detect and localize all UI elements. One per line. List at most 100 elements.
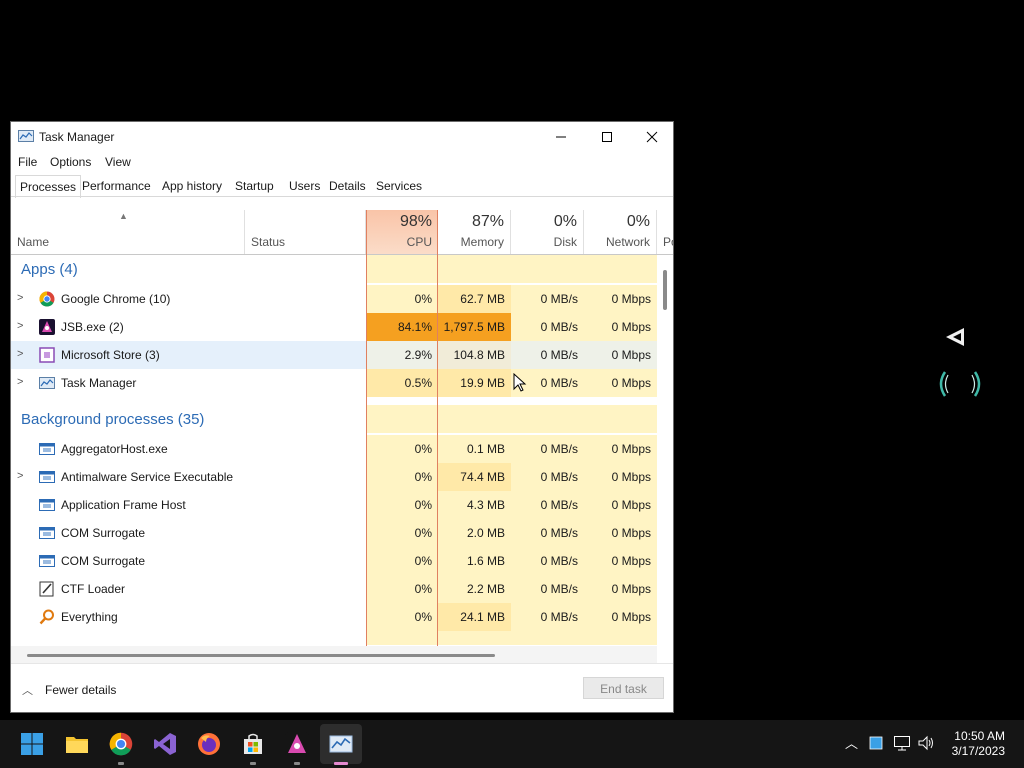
column-header: ▲ Name Status 98% CPU 87% Memory 0% Disk…: [11, 210, 673, 255]
microsoft-store-icon[interactable]: [241, 732, 265, 756]
menu-options[interactable]: Options: [50, 155, 91, 169]
expand-chevron-icon[interactable]: >: [17, 348, 23, 360]
table-row[interactable]: > Microsoft Store (3) 2.9% 104.8 MB 0 MB…: [11, 341, 657, 369]
cell-mem: 1.6 MB: [438, 547, 511, 575]
col-network[interactable]: 0% Network: [584, 210, 657, 254]
table-row[interactable]: AggregatorHost.exe 0% 0.1 MB 0 MB/s 0 Mb…: [11, 435, 657, 463]
close-button[interactable]: [629, 122, 673, 152]
jsb-icon: [39, 319, 55, 335]
tab-app-history[interactable]: App history: [158, 175, 226, 197]
jsb-taskbar-icon[interactable]: [285, 732, 309, 756]
cell-cpu: [366, 631, 438, 645]
cell-mem: 1,797.5 MB: [438, 313, 511, 341]
cell-mem: [438, 631, 511, 645]
col-name[interactable]: ▲ Name: [11, 210, 245, 254]
group-apps[interactable]: Apps (4): [11, 255, 657, 283]
cell-mem: 2.0 MB: [438, 519, 511, 547]
desktop-overlay-widget-icon: [939, 328, 981, 397]
cell-disk: 0 MB/s: [511, 341, 584, 369]
firefox-icon[interactable]: [197, 732, 221, 756]
horizontal-scrollbar[interactable]: [27, 654, 495, 657]
chrome-taskbar-icon[interactable]: [109, 732, 133, 756]
running-indicator: [118, 762, 124, 765]
footer: ︿ Fewer details End task: [11, 663, 673, 712]
chevron-up-icon[interactable]: ︿: [22, 682, 33, 698]
network-label: Network: [605, 235, 650, 249]
chevron-up-tray-icon[interactable]: ︿: [845, 733, 858, 752]
expand-chevron-icon[interactable]: >: [17, 292, 23, 304]
process-icon: [39, 471, 55, 483]
cell-cpu: 0%: [366, 575, 438, 603]
system-clock[interactable]: 10:50 AM 3/17/2023: [952, 729, 1005, 759]
process-name: Google Chrome (10): [61, 292, 171, 306]
expand-chevron-icon[interactable]: >: [17, 320, 23, 332]
title-bar[interactable]: Task Manager: [11, 122, 673, 152]
network-icon[interactable]: [893, 735, 911, 751]
expand-chevron-icon[interactable]: >: [17, 376, 23, 388]
end-task-button[interactable]: End task: [583, 677, 664, 699]
cell-mem: [438, 405, 511, 433]
chrome-icon: [39, 291, 55, 307]
table-row[interactable]: COM Surrogate 0% 1.6 MB 0 MB/s 0 Mbps: [11, 547, 657, 575]
tab-processes[interactable]: Processes: [15, 175, 82, 198]
process-name: COM Surrogate: [61, 554, 146, 568]
menu-view[interactable]: View: [105, 155, 131, 169]
cell-disk: 0 MB/s: [511, 547, 584, 575]
vertical-scrollbar[interactable]: [663, 270, 667, 310]
task-manager-window: Task Manager File Options View Processes…: [10, 121, 674, 713]
fewer-details-link[interactable]: Fewer details: [45, 683, 116, 697]
mouse-cursor-icon: [513, 373, 527, 392]
visual-studio-icon[interactable]: [153, 732, 177, 756]
cell-mem: 19.9 MB: [438, 369, 511, 397]
cell-disk: 0 MB/s: [511, 519, 584, 547]
process-name: JSB.exe (2): [61, 320, 124, 334]
active-indicator: [334, 762, 348, 765]
expand-chevron-icon[interactable]: >: [17, 470, 23, 482]
table-row[interactable]: [11, 631, 657, 645]
tab-details[interactable]: Details: [325, 175, 370, 197]
menu-file[interactable]: File: [18, 155, 37, 169]
cell-mem: 24.1 MB: [438, 603, 511, 631]
tab-performance[interactable]: Performance: [78, 175, 155, 197]
group-apps-label: Apps (4): [21, 261, 78, 278]
table-row[interactable]: > Task Manager 0.5% 19.9 MB 0 MB/s 0 Mbp…: [11, 369, 657, 397]
menu-bar: File Options View: [11, 152, 673, 172]
table-row[interactable]: > Antimalware Service Executable 0% 74.4…: [11, 463, 657, 491]
table-row[interactable]: Everything 0% 24.1 MB 0 MB/s 0 Mbps: [11, 603, 657, 631]
windows-start-icon[interactable]: [20, 732, 44, 756]
table-row[interactable]: CTF Loader 0% 2.2 MB 0 MB/s 0 Mbps: [11, 575, 657, 603]
tray-app-icon[interactable]: [869, 736, 883, 750]
table-row[interactable]: > Google Chrome (10) 0% 62.7 MB 0 MB/s 0…: [11, 285, 657, 313]
maximize-button[interactable]: [584, 122, 630, 152]
col-power[interactable]: Po: [657, 210, 673, 254]
cell-net: 0 Mbps: [584, 519, 657, 547]
cell-net: 0 Mbps: [584, 341, 657, 369]
running-indicator: [294, 762, 300, 765]
group-background[interactable]: Background processes (35): [11, 405, 657, 433]
volume-icon[interactable]: [918, 735, 936, 751]
file-explorer-icon[interactable]: [65, 732, 89, 756]
table-row[interactable]: Application Frame Host 0% 4.3 MB 0 MB/s …: [11, 491, 657, 519]
cell-net: 0 Mbps: [584, 575, 657, 603]
everything-icon: [39, 609, 54, 625]
col-cpu[interactable]: 98% CPU: [366, 210, 438, 254]
tab-services[interactable]: Services: [372, 175, 426, 197]
cell-net: 0 Mbps: [584, 463, 657, 491]
cell-net: [584, 631, 657, 645]
col-memory[interactable]: 87% Memory: [438, 210, 511, 254]
process-list[interactable]: Apps (4) > Google Chrome (10) 0% 62.7 MB…: [11, 255, 657, 645]
task-manager-taskbar-icon[interactable]: [329, 732, 353, 756]
process-name: Application Frame Host: [61, 498, 186, 512]
cell-cpu: 0%: [366, 463, 438, 491]
tab-startup[interactable]: Startup: [231, 175, 278, 197]
process-icon: [39, 527, 55, 539]
cell-disk: [511, 405, 584, 433]
minimize-button[interactable]: [538, 122, 584, 152]
col-disk[interactable]: 0% Disk: [511, 210, 584, 254]
table-row[interactable]: > JSB.exe (2) 84.1% 1,797.5 MB 0 MB/s 0 …: [11, 313, 657, 341]
tab-users[interactable]: Users: [285, 175, 324, 197]
process-icon: [39, 499, 55, 511]
col-status[interactable]: Status: [245, 210, 366, 254]
table-row[interactable]: COM Surrogate 0% 2.0 MB 0 MB/s 0 Mbps: [11, 519, 657, 547]
disk-label: Disk: [553, 235, 577, 249]
